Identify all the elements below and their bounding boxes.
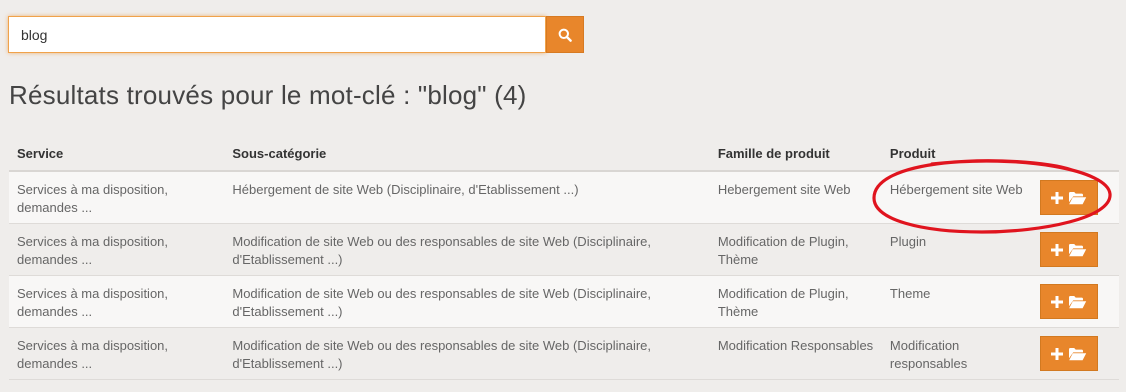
cell-product-family: Modification Responsables xyxy=(709,327,882,380)
column-header-actions xyxy=(1033,138,1119,172)
folder-open-icon xyxy=(1069,191,1087,204)
table-header-row: Service Sous-catégorie Famille de produi… xyxy=(9,138,1119,172)
results-heading: Résultats trouvés pour le mot-clé : "blo… xyxy=(9,80,527,110)
folder-open-icon xyxy=(1069,347,1087,360)
table-row: Services à ma disposition, demandes ... … xyxy=(9,275,1119,328)
search-button[interactable] xyxy=(546,16,584,53)
column-header-product-family: Famille de produit xyxy=(709,138,882,172)
plus-icon xyxy=(1051,295,1064,308)
cell-subcategory: Modification de site Web ou des responsa… xyxy=(224,327,710,380)
add-to-request-button[interactable] xyxy=(1040,232,1099,267)
cell-product: Hébergement site Web xyxy=(881,171,1034,224)
table-row: Services à ma disposition, demandes ... … xyxy=(9,327,1119,380)
cell-subcategory: Modification de site Web ou des responsa… xyxy=(224,223,710,276)
search-input[interactable] xyxy=(8,16,546,53)
cell-service: Services à ma disposition, demandes ... xyxy=(9,171,225,224)
cell-product-family: Modification de Plugin, Thème xyxy=(709,275,882,328)
cell-actions xyxy=(1033,171,1119,224)
plus-icon xyxy=(1051,347,1064,360)
search-bar xyxy=(8,16,584,53)
cell-product: Theme xyxy=(881,275,1034,328)
cell-subcategory: Hébergement de site Web (Disciplinaire, … xyxy=(224,171,710,224)
plus-icon xyxy=(1051,191,1064,204)
table-row: Services à ma disposition, demandes ... … xyxy=(9,171,1119,224)
column-header-subcategory: Sous-catégorie xyxy=(224,138,710,172)
cell-product-family: Hebergement site Web xyxy=(709,171,882,224)
folder-open-icon xyxy=(1069,295,1087,308)
table-row: Services à ma disposition, demandes ... … xyxy=(9,223,1119,276)
cell-service: Services à ma disposition, demandes ... xyxy=(9,275,225,328)
results-table: Service Sous-catégorie Famille de produi… xyxy=(9,138,1119,380)
add-to-request-button[interactable] xyxy=(1040,180,1099,215)
folder-open-icon xyxy=(1069,243,1087,256)
cell-actions xyxy=(1033,223,1119,276)
cell-product: Modification responsables xyxy=(881,327,1034,380)
cell-actions xyxy=(1033,275,1119,328)
search-icon xyxy=(558,28,572,42)
cell-service: Services à ma disposition, demandes ... xyxy=(9,223,225,276)
cell-service: Services à ma disposition, demandes ... xyxy=(9,327,225,380)
column-header-service: Service xyxy=(9,138,225,172)
cell-subcategory: Modification de site Web ou des responsa… xyxy=(224,275,710,328)
add-to-request-button[interactable] xyxy=(1040,284,1099,319)
cell-product-family: Modification de Plugin, Thème xyxy=(709,223,882,276)
cell-actions xyxy=(1033,327,1119,380)
column-header-product: Produit xyxy=(881,138,1034,172)
add-to-request-button[interactable] xyxy=(1040,336,1099,371)
plus-icon xyxy=(1051,243,1064,256)
cell-product: Plugin xyxy=(881,223,1034,276)
